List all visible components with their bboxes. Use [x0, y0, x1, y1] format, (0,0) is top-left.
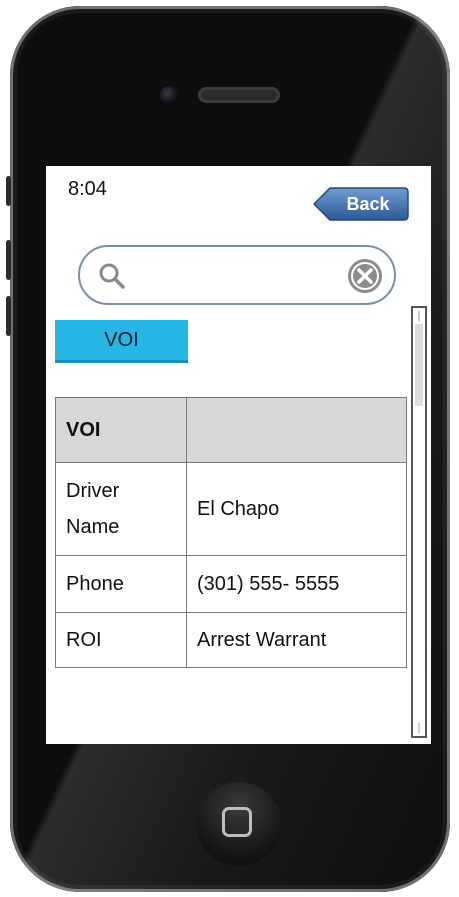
table-row: Phone (301) 555- 5555: [55, 555, 407, 613]
back-button-label: Back: [346, 193, 390, 214]
vertical-scrollbar[interactable]: [411, 306, 427, 738]
volume-down-button: [6, 296, 11, 336]
front-camera: [160, 86, 178, 104]
scrollbar-thumb[interactable]: [415, 324, 423, 406]
back-button[interactable]: Back: [312, 186, 410, 222]
search-field[interactable]: [78, 245, 396, 305]
ear-speaker: [198, 87, 280, 103]
row-key: Phone: [55, 555, 187, 613]
row-value: (301) 555- 5555: [186, 555, 407, 613]
phone-screen: 8:04 Back VOI VOI Driver Name El Chapo P…: [46, 166, 431, 744]
tab-voi-label: VOI: [104, 328, 139, 351]
mute-switch: [6, 176, 11, 206]
tab-voi[interactable]: VOI: [55, 320, 188, 363]
row-value: Arrest Warrant: [186, 612, 407, 668]
home-button-icon: [222, 807, 252, 837]
table-header-row: VOI: [55, 397, 407, 463]
search-icon: [99, 263, 125, 289]
row-value: El Chapo: [186, 462, 407, 556]
details-table: VOI Driver Name El Chapo Phone (301) 555…: [55, 397, 407, 668]
scroll-down-icon[interactable]: [418, 723, 420, 733]
status-time: 8:04: [68, 178, 107, 200]
table-header-cell: [186, 397, 407, 463]
row-key: Driver Name: [55, 462, 187, 556]
scroll-up-icon[interactable]: [418, 311, 420, 321]
search-input[interactable]: [132, 259, 336, 293]
row-key: ROI: [55, 612, 187, 668]
table-row: ROI Arrest Warrant: [55, 612, 407, 668]
table-header-cell: VOI: [55, 397, 187, 463]
volume-up-button: [6, 240, 11, 280]
clear-icon[interactable]: [347, 258, 383, 294]
table-row: Driver Name El Chapo: [55, 462, 407, 556]
